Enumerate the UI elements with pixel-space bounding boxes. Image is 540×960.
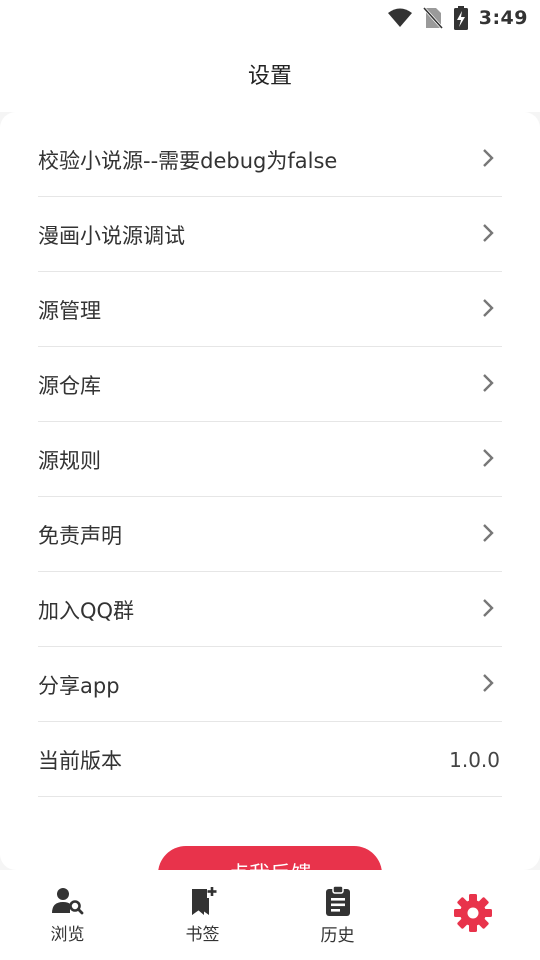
battery-charging-icon <box>453 6 469 30</box>
settings-item-disclaimer[interactable]: 免责声明 <box>38 497 502 572</box>
settings-item-source-repository[interactable]: 源仓库 <box>38 347 502 422</box>
settings-item-label: 加入QQ群 <box>38 599 135 623</box>
nav-label: 书签 <box>185 924 220 945</box>
wifi-icon <box>387 7 413 29</box>
settings-item-label: 校验小说源--需要debug为false <box>38 149 338 173</box>
nav-label: 历史 <box>320 925 355 946</box>
app-bar: 设置 <box>0 36 540 112</box>
settings-item-share-app[interactable]: 分享app <box>38 647 502 722</box>
gear-icon <box>453 893 493 933</box>
settings-item-label: 源规则 <box>38 449 101 473</box>
chevron-right-icon <box>482 298 494 322</box>
nav-item-bookmarks[interactable]: 书签 <box>153 875 253 955</box>
bottom-nav: 浏览 书签 历史 <box>0 870 540 960</box>
status-bar: 3:49 <box>0 0 540 36</box>
status-time: 3:49 <box>478 7 528 29</box>
settings-item-label: 源管理 <box>38 299 101 323</box>
browse-search-icon <box>51 886 84 916</box>
settings-item-label: 分享app <box>38 674 120 698</box>
bookmark-add-icon <box>189 885 217 916</box>
chevron-right-icon <box>482 373 494 397</box>
nav-item-browse[interactable]: 浏览 <box>18 875 118 955</box>
chevron-right-icon <box>482 223 494 247</box>
nav-item-history[interactable]: 历史 <box>288 875 388 955</box>
chevron-right-icon <box>482 598 494 622</box>
settings-list: 校验小说源--需要debug为false 漫画小说源调试 源管理 源仓库 源规则 <box>38 122 502 797</box>
settings-item-label: 漫画小说源调试 <box>38 224 185 248</box>
nav-item-settings[interactable] <box>423 875 523 955</box>
no-sim-icon <box>422 6 443 30</box>
settings-item-label: 免责声明 <box>38 524 122 548</box>
settings-item-label: 源仓库 <box>38 374 101 398</box>
page-title: 设置 <box>247 64 292 89</box>
chevron-right-icon <box>482 148 494 172</box>
feedback-button[interactable]: 点我反馈 <box>158 846 382 870</box>
settings-item-join-qq-group[interactable]: 加入QQ群 <box>38 572 502 647</box>
chevron-right-icon <box>482 673 494 697</box>
settings-item-current-version: 当前版本 1.0.0 <box>38 722 502 797</box>
chevron-right-icon <box>482 523 494 547</box>
settings-item-verify-novel-source[interactable]: 校验小说源--需要debug为false <box>38 122 502 197</box>
settings-item-comic-novel-source-debug[interactable]: 漫画小说源调试 <box>38 197 502 272</box>
settings-item-source-rules[interactable]: 源规则 <box>38 422 502 497</box>
chevron-right-icon <box>482 448 494 472</box>
version-value: 1.0.0 <box>449 748 500 772</box>
settings-card: 校验小说源--需要debug为false 漫画小说源调试 源管理 源仓库 源规则 <box>0 112 540 870</box>
version-label: 当前版本 <box>38 749 122 773</box>
clipboard-history-icon <box>324 884 352 917</box>
settings-item-source-management[interactable]: 源管理 <box>38 272 502 347</box>
nav-label: 浏览 <box>50 924 85 945</box>
